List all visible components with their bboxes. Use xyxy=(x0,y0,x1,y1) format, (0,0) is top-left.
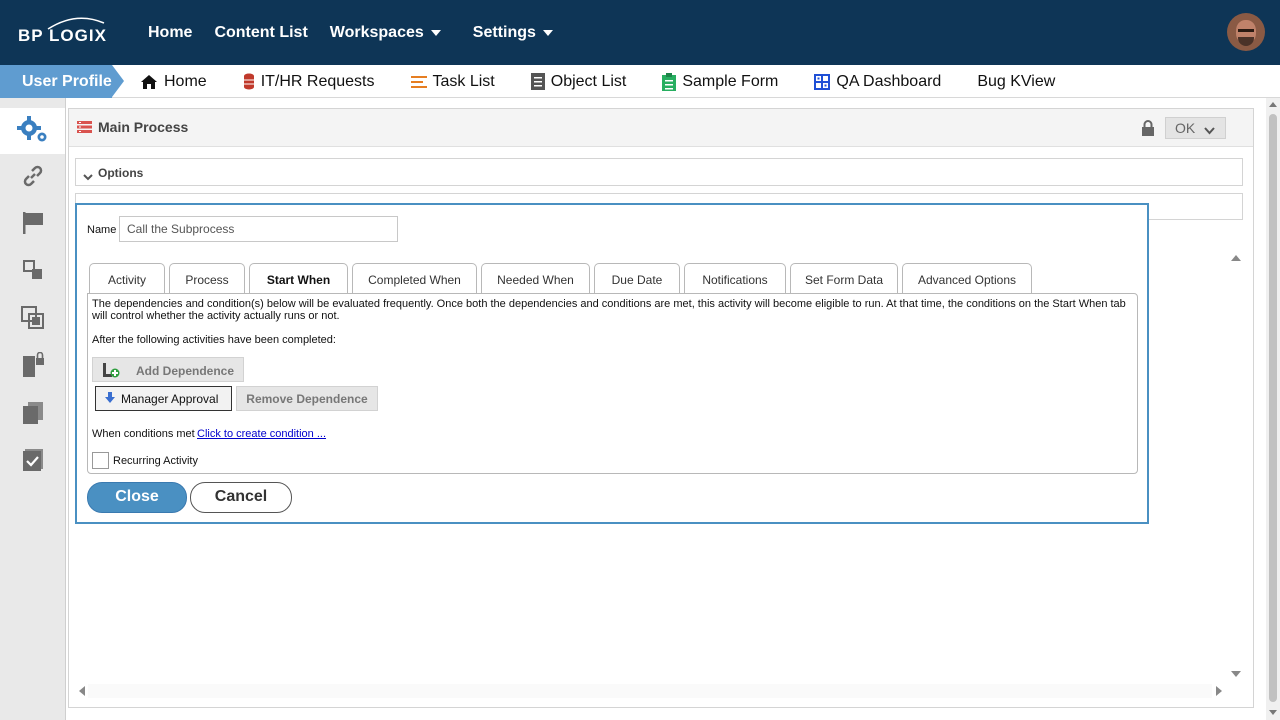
user-profile-tab[interactable]: User Profile xyxy=(0,65,112,98)
options-section[interactable]: Options xyxy=(75,158,1243,186)
tab-process[interactable]: Process xyxy=(169,263,245,294)
rail-flag[interactable] xyxy=(0,202,65,248)
start-when-panel: The dependencies and condition(s) below … xyxy=(87,293,1138,474)
checklist-icon xyxy=(22,448,44,477)
clipboard-icon xyxy=(662,72,677,91)
recurring-activity-checkbox[interactable] xyxy=(92,452,109,469)
secnav-it-hr-requests[interactable]: IT/HR Requests xyxy=(243,73,375,91)
top-nav: Home Content List Workspaces Settings xyxy=(148,0,575,65)
options-label: Options xyxy=(98,166,144,180)
secnav-sample-form[interactable]: Sample Form xyxy=(662,72,778,91)
rail-gears[interactable] xyxy=(0,108,65,154)
tab-needed-when[interactable]: Needed When xyxy=(481,263,590,294)
caret-down-icon xyxy=(542,29,553,36)
activity-dialog: Name Activity Process Start When Complet… xyxy=(75,203,1149,524)
secnav-home[interactable]: Home xyxy=(140,73,207,91)
main-process-header: Main Process OK xyxy=(69,109,1253,147)
tab-start-when[interactable]: Start When xyxy=(249,263,348,295)
tab-advanced-options[interactable]: Advanced Options xyxy=(902,263,1032,294)
left-rail xyxy=(0,98,66,720)
lock-icon[interactable] xyxy=(1141,120,1155,141)
secnav-qa-dashboard[interactable]: QA Dashboard xyxy=(814,73,941,91)
subprocess-icon xyxy=(22,259,43,285)
rail-link[interactable] xyxy=(0,155,65,201)
bp-logix-logo[interactable]: BP LOGIX xyxy=(18,17,118,47)
user-avatar[interactable] xyxy=(1227,13,1265,51)
user-profile-arrow xyxy=(112,65,124,97)
document-icon xyxy=(530,73,545,90)
remove-dependence-button[interactable]: Remove Dependence xyxy=(236,386,378,411)
rail-pages[interactable] xyxy=(0,392,65,438)
pages-icon xyxy=(22,401,44,430)
topnav-workspaces[interactable]: Workspaces xyxy=(330,24,441,42)
gears-icon xyxy=(16,115,50,148)
tab-activity[interactable]: Activity xyxy=(89,263,165,294)
start-when-description: The dependencies and condition(s) below … xyxy=(92,298,1126,322)
home-icon xyxy=(140,74,158,90)
scroll-down-arrow[interactable] xyxy=(1269,710,1277,715)
topnav-home[interactable]: Home xyxy=(148,24,192,42)
rail-copy[interactable] xyxy=(0,297,65,343)
tab-notifications[interactable]: Notifications xyxy=(684,263,786,294)
recurring-activity-label: Recurring Activity xyxy=(113,455,198,467)
add-dependence-icon xyxy=(102,362,120,381)
close-button[interactable]: Close xyxy=(87,482,187,513)
create-condition-link[interactable]: Click to create condition ... xyxy=(197,428,326,440)
dependency-manager-approval[interactable]: Manager Approval xyxy=(95,386,232,411)
topnav-settings[interactable]: Settings xyxy=(473,24,553,42)
scroll-left-arrow[interactable] xyxy=(79,686,85,696)
horizontal-scrollbar[interactable] xyxy=(88,684,1212,698)
name-input[interactable] xyxy=(119,216,398,242)
tab-set-form-data[interactable]: Set Form Data xyxy=(790,263,898,294)
scroll-up-arrow[interactable] xyxy=(1269,102,1277,107)
flag-icon xyxy=(22,211,44,240)
secnav-task-list[interactable]: Task List xyxy=(410,73,495,91)
database-icon xyxy=(243,73,255,90)
dashboard-icon xyxy=(814,73,831,90)
secnav-object-list[interactable]: Object List xyxy=(530,73,626,91)
secnav-bug-kview[interactable]: Bug KView xyxy=(977,73,1055,91)
rail-locked-doc[interactable] xyxy=(0,344,65,390)
chevron-down-icon xyxy=(83,168,93,186)
logo-swoosh-icon xyxy=(47,17,105,30)
scroll-right-arrow[interactable] xyxy=(1216,686,1222,696)
tab-completed-when[interactable]: Completed When xyxy=(352,263,477,294)
rail-subprocess[interactable] xyxy=(0,249,65,295)
top-bar: BP LOGIX Home Content List Workspaces Se… xyxy=(0,0,1280,65)
chevron-down-icon xyxy=(1204,122,1215,138)
main-process-title: Main Process xyxy=(98,119,189,135)
process-icon xyxy=(77,120,92,138)
link-icon xyxy=(21,164,45,193)
conditions-label: When conditions met xyxy=(92,428,195,440)
arrow-down-icon xyxy=(105,392,115,406)
tab-due-date[interactable]: Due Date xyxy=(594,263,680,294)
page-vertical-scrollbar[interactable] xyxy=(1266,98,1280,720)
caret-down-icon xyxy=(430,29,441,36)
add-dependence-button[interactable]: Add Dependence xyxy=(92,357,244,382)
cancel-button[interactable]: Cancel xyxy=(190,482,292,513)
secondary-nav: Home IT/HR Requests Task List Object Lis… xyxy=(140,65,1091,98)
secondary-nav-bar: User Profile Home IT/HR Requests Task Li… xyxy=(0,65,1280,98)
name-label: Name xyxy=(87,224,117,236)
ok-dropdown-button[interactable]: OK xyxy=(1165,117,1226,139)
scroll-down-arrow[interactable] xyxy=(1231,671,1241,677)
locked-doc-icon xyxy=(21,351,45,383)
scrollbar-thumb[interactable] xyxy=(1269,114,1277,702)
task-list-icon xyxy=(410,75,427,89)
after-activities-label: After the following activities have been… xyxy=(92,334,336,346)
scroll-up-arrow[interactable] xyxy=(1231,255,1241,261)
rail-checklist[interactable] xyxy=(0,439,65,485)
copy-icon xyxy=(20,305,45,335)
topnav-content-list[interactable]: Content List xyxy=(214,24,307,42)
